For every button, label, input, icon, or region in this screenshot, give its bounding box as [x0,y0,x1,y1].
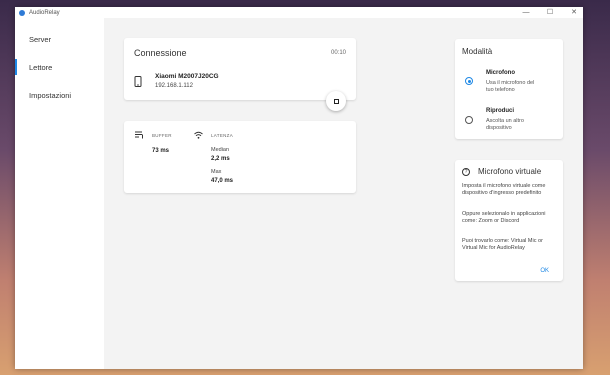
playback-option-title: Riproduci [486,108,514,114]
max-value: 47,0 ms [211,178,234,184]
stop-button[interactable] [326,91,346,111]
stats-card: BUFFER 73 ms LATENZA Median 2,2 ms Max 4… [124,121,356,193]
median-value: 2,2 ms [211,156,230,162]
playback-radio[interactable] [465,116,473,124]
sidebar-item-label: Impostazioni [29,90,72,100]
microphone-option-title: Microfono [486,70,515,76]
latency-label: LATENZA [211,133,234,138]
device-ip: 192.168.1.112 [155,83,193,89]
close-button[interactable]: ✕ [569,7,579,18]
sidebar-item-label: Server [29,34,52,44]
playback-option-desc: Ascolta un altro dispositivo [486,118,524,131]
buffer-value: 73 ms [152,148,170,154]
sidebar-item-impostazioni[interactable]: Impostazioni [15,81,104,109]
mode-title: Modalità [462,47,493,56]
minimize-button[interactable]: — [521,7,531,18]
sidebar-item-label: Lettore [29,62,53,72]
microphone-radio[interactable] [465,77,473,85]
buffer-icon [135,131,143,139]
device-name: Xiaomi M2007J20CG [155,73,219,80]
window-controls: — ☐ ✕ [521,7,579,18]
microphone-option-desc: Usa il microfono del tuo telefono [486,80,535,93]
virtual-mic-paragraph-1: Imposta il microfono virtuale come dispo… [462,183,546,196]
sidebar-item-server[interactable]: Server [15,25,104,53]
window-title: AudioRelay [29,9,60,16]
virtual-mic-card: ? Microfono virtuale Imposta il microfon… [455,160,563,281]
connection-timer: 00:10 [330,50,346,56]
app-logo-icon [19,9,25,16]
max-label: Max [211,169,222,175]
virtual-mic-title: Microfono virtuale [478,167,542,176]
maximize-button[interactable]: ☐ [545,7,555,18]
wifi-icon [194,131,203,139]
median-label: Median [211,147,230,153]
stop-icon [333,98,339,104]
app-window: AudioRelay — ☐ ✕ Server Lettore Impostaz… [15,7,583,369]
smartphone-icon [134,76,142,87]
sidebar-item-lettore[interactable]: Lettore [15,53,104,81]
help-icon: ? [462,168,470,176]
ok-button[interactable]: OK [540,268,549,274]
titlebar: AudioRelay — ☐ ✕ [15,7,583,18]
sidebar: Server Lettore Impostazioni [15,18,104,369]
virtual-mic-paragraph-2: Oppure selezionalo in applicazioni come:… [462,211,546,224]
virtual-mic-paragraph-3: Puoi trovarlo come: Virtual Mic or Virtu… [462,238,543,251]
mode-card: Modalità Microfono Usa il microfono del … [455,39,563,139]
connection-title: Connessione [134,48,187,58]
buffer-label: BUFFER [152,133,172,138]
connection-card: Connessione 00:10 Xiaomi M2007J20CG 192.… [124,38,356,100]
